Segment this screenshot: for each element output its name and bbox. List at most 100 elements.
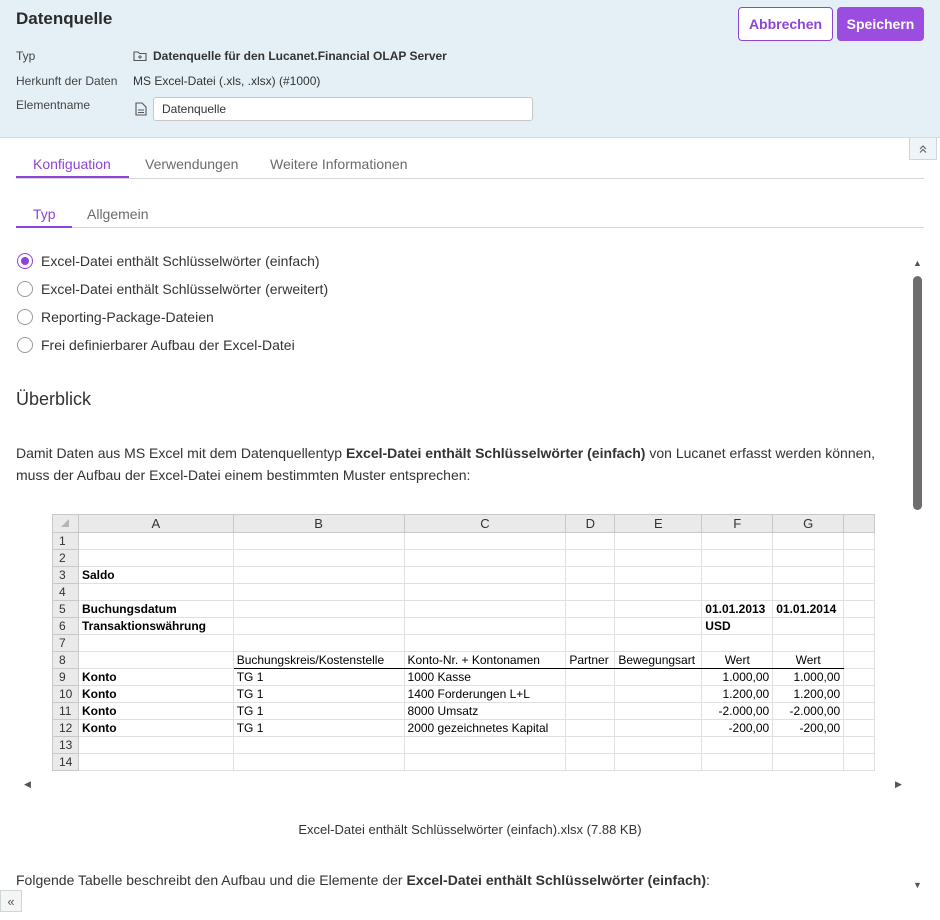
para-text: : — [706, 872, 710, 888]
active-tab-indicator — [16, 176, 129, 178]
sheet-cell — [843, 753, 875, 771]
sheet-row-number: 1 — [52, 532, 79, 550]
sheet-cell: 01.01.2013 — [701, 600, 774, 618]
sheet-cell: TG 1 — [233, 668, 405, 686]
sheet-cell — [565, 617, 616, 635]
sheet-cell — [233, 583, 405, 601]
sheet-column-header: C — [403, 514, 567, 533]
sheet-cell — [404, 634, 567, 652]
sheet-cell — [701, 532, 774, 550]
vertical-scrollbar-thumb[interactable] — [913, 276, 922, 510]
table-description-paragraph: Folgende Tabelle beschreibt den Aufbau u… — [16, 869, 901, 891]
sheet-cell: 1.200,00 — [701, 685, 774, 703]
sheet-cell — [565, 702, 616, 720]
sheet-column-header: E — [614, 514, 703, 533]
sheet-cell — [772, 634, 845, 652]
tab-verwendungen[interactable]: Verwendungen — [145, 156, 238, 172]
sheet-cell: Buchungskreis/Kostenstelle — [233, 651, 405, 669]
sheet-cell — [233, 617, 405, 635]
sheet-cell — [701, 736, 774, 754]
subtab-allgemein[interactable]: Allgemein — [87, 206, 148, 222]
folder-icon — [133, 49, 147, 63]
sheet-cell — [565, 583, 616, 601]
active-subtab-indicator — [16, 226, 72, 228]
sheet-cell — [78, 532, 234, 550]
sheet-cell — [843, 634, 875, 652]
scroll-right-icon[interactable]: ▶ — [895, 779, 902, 790]
radio-option-reporting-package[interactable]: Reporting-Package-Dateien — [17, 309, 214, 325]
sheet-column-header — [843, 514, 875, 533]
sheet-column-header: F — [701, 514, 774, 533]
para-bold: Excel-Datei enthält Schlüsselwörter (ein… — [406, 872, 706, 888]
sheet-cell — [614, 566, 703, 584]
element-name-input[interactable]: Datenquelle — [153, 97, 533, 121]
sheet-cell — [233, 566, 405, 584]
file-icon — [135, 102, 147, 116]
sheet-cell — [78, 736, 234, 754]
scroll-down-icon[interactable]: ▼ — [913, 880, 922, 890]
sheet-cell — [404, 549, 567, 567]
sheet-row: 12 Konto TG 1 2000 gezeichnetes Kapital -200… — [52, 719, 875, 737]
sheet-cell: 2000 gezeichnetes Kapital — [404, 719, 567, 737]
sheet-cell — [772, 753, 845, 771]
sheet-cell: Wert — [701, 651, 774, 669]
sheet-cell — [614, 753, 703, 771]
sheet-cell — [565, 753, 616, 771]
radio-button[interactable] — [17, 309, 33, 325]
cancel-button[interactable]: Abbrechen — [738, 7, 833, 41]
sheet-cell: Wert — [772, 651, 845, 669]
sheet-cell — [843, 668, 875, 686]
save-button[interactable]: Speichern — [837, 7, 924, 41]
radio-option-frei[interactable]: Frei definierbarer Aufbau der Excel-Date… — [17, 337, 295, 353]
sheet-cell: 1000 Kasse — [404, 668, 567, 686]
sheet-row: 6 Transaktionswährung USD — [52, 617, 875, 635]
sheet-column-header: G — [772, 514, 845, 533]
sheet-cell — [843, 600, 875, 618]
radio-button[interactable] — [17, 281, 33, 297]
sheet-cell — [78, 651, 234, 669]
sheet-cell — [233, 753, 405, 771]
sheet-cell: Konto — [78, 668, 234, 686]
radio-option-erweitert[interactable]: Excel-Datei enthält Schlüsselwörter (erw… — [17, 281, 328, 297]
sheet-cell: Bewegungsart — [614, 651, 703, 669]
radio-button[interactable] — [17, 337, 33, 353]
sheet-cell: 01.01.2014 — [772, 600, 845, 618]
sheet-cell — [614, 532, 703, 550]
subtab-typ[interactable]: Typ — [33, 206, 56, 222]
sheet-cell — [701, 583, 774, 601]
radio-button[interactable] — [17, 253, 33, 269]
radio-label: Excel-Datei enthält Schlüsselwörter (erw… — [41, 281, 329, 297]
sheet-cell: 8000 Umsatz — [404, 702, 567, 720]
sheet-cell — [772, 583, 845, 601]
file-caption[interactable]: Excel-Datei enthält Schlüsselwörter (ein… — [0, 822, 940, 837]
origin-value: MS Excel-Datei (.xls, .xlsx) (#1000) — [133, 74, 321, 88]
type-value-text: Datenquelle für den Lucanet.Financial OL… — [153, 49, 447, 63]
sheet-cell — [701, 753, 774, 771]
double-chevron-left-icon[interactable]: « — [0, 890, 22, 912]
tab-konfiguration[interactable]: Konfiguation — [33, 156, 111, 172]
sheet-cell — [772, 532, 845, 550]
sheet-cell — [614, 668, 703, 686]
scroll-up-icon[interactable]: ▲ — [913, 258, 922, 268]
sheet-row: 8 Buchungskreis/Kostenstelle Konto-Nr. + K… — [52, 651, 875, 669]
sheet-cell — [843, 736, 875, 754]
sheet-cell — [565, 600, 616, 618]
element-name-label: Elementname — [16, 98, 91, 112]
radio-option-einfach[interactable]: Excel-Datei enthält Schlüsselwörter (ein… — [17, 253, 320, 269]
sheet-cell — [78, 549, 234, 567]
sheet-cell: TG 1 — [233, 719, 405, 737]
sheet-cell — [565, 566, 616, 584]
scroll-left-icon[interactable]: ◀ — [24, 779, 31, 790]
sheet-cell — [772, 566, 845, 584]
tab-weitere-informationen[interactable]: Weitere Informationen — [270, 156, 407, 172]
sheet-cell — [843, 702, 875, 720]
sheet-cell — [565, 668, 616, 686]
sheet-row: 1 — [52, 532, 875, 550]
sheet-row-number: 2 — [52, 549, 79, 567]
sheet-cell — [772, 736, 845, 754]
sheet-cell — [233, 600, 405, 618]
sheet-cell — [565, 719, 616, 737]
radio-label: Reporting-Package-Dateien — [41, 309, 214, 325]
sheet-row-number: 12 — [52, 719, 79, 737]
sheet-cell: -200,00 — [701, 719, 774, 737]
